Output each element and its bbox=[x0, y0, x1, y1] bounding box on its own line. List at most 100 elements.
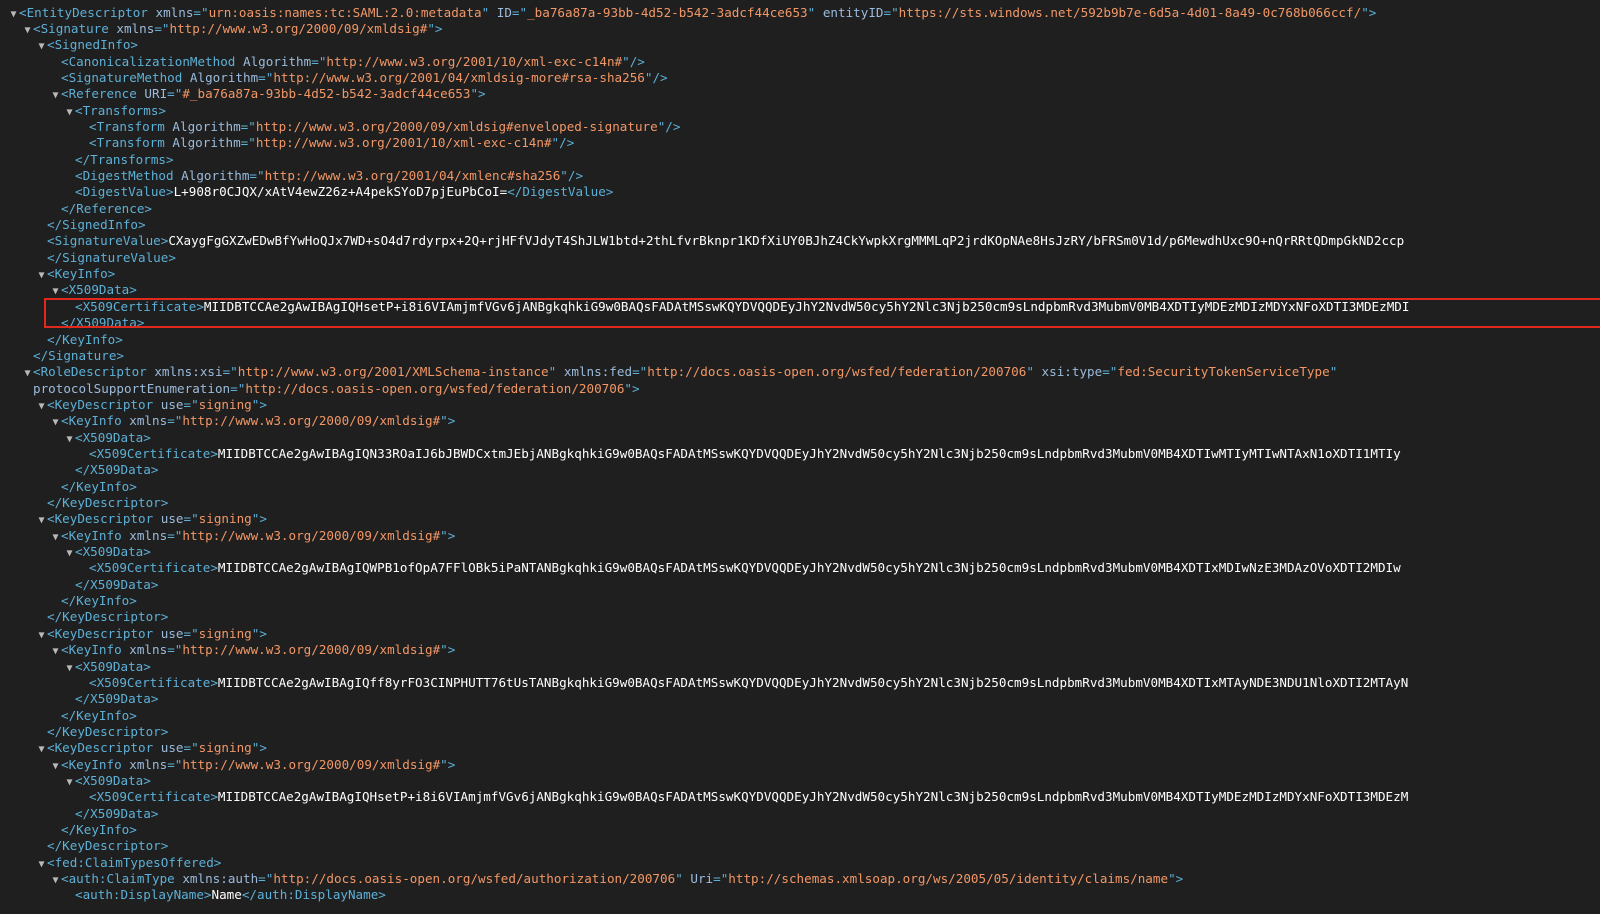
attr-value: http://www.w3.org/2000/09/xmldsig# bbox=[182, 756, 441, 772]
tag-text: <KeyInfo bbox=[61, 756, 122, 772]
tag-text: "/> bbox=[560, 168, 584, 183]
xml-line: </KeyDescriptor> bbox=[36, 724, 168, 741]
tag-text: "> bbox=[624, 380, 640, 396]
tag-text: "> bbox=[427, 20, 443, 36]
xml-line: ▼ <KeyDescriptor use="signing"> bbox=[36, 396, 266, 416]
expand-toggle-icon[interactable]: ▼ bbox=[22, 23, 33, 40]
tag-text: =" bbox=[258, 871, 274, 887]
expand-toggle-icon[interactable]: ▼ bbox=[50, 759, 61, 776]
attr-name: xmlns bbox=[129, 527, 168, 543]
tag-text: =" bbox=[632, 364, 648, 380]
tag-text: "> bbox=[440, 642, 456, 658]
tag-text: <KeyInfo> bbox=[47, 266, 116, 282]
xml-line: ▼ <SignedInfo> bbox=[36, 37, 138, 54]
xml-line: ▼ <fed:ClaimTypesOffered> bbox=[36, 855, 221, 872]
expand-toggle-icon[interactable]: ▼ bbox=[8, 7, 19, 24]
xml-line: </KeyInfo> bbox=[50, 593, 137, 610]
attr-value: http://docs.oasis-open.org/wsfed/federat… bbox=[245, 380, 625, 396]
tag-text: </KeyDescriptor> bbox=[47, 495, 169, 510]
attr-name: use bbox=[160, 396, 184, 412]
tag-text: "> bbox=[1168, 871, 1184, 887]
text-node: MIIDBTCCAe2gAwIBAgIQHsetP+i8i6VIAmjmfVGv… bbox=[217, 789, 1409, 805]
tag-text: <DigestMethod bbox=[75, 168, 174, 183]
xml-line: </X509Data> bbox=[64, 806, 158, 823]
xml-line: <X509Certificate>MIIDBTCCAe2gAwIBAgIQWPB… bbox=[78, 560, 1401, 577]
tag-text: =" bbox=[183, 740, 199, 756]
xml-line: </X509Data> bbox=[64, 577, 158, 594]
expand-toggle-icon[interactable]: ▼ bbox=[64, 661, 75, 678]
tag-text: =" bbox=[883, 4, 899, 20]
xml-line: </SignedInfo> bbox=[36, 217, 146, 234]
expand-toggle-icon[interactable]: ▼ bbox=[36, 268, 47, 285]
tag-text: "> bbox=[470, 86, 486, 102]
expand-toggle-icon[interactable]: ▼ bbox=[64, 105, 75, 122]
expand-toggle-icon[interactable]: ▼ bbox=[50, 415, 61, 432]
xml-line: <Transform Algorithm="http://www.w3.org/… bbox=[78, 135, 574, 152]
expand-toggle-icon[interactable]: ▼ bbox=[36, 628, 47, 645]
tag-text: "/> bbox=[622, 53, 645, 69]
attr-value: #_ba76a87a-93bb-4d52-b542-3adcf44ce653 bbox=[182, 86, 471, 102]
xml-line: protocolSupportEnumeration="http://docs.… bbox=[33, 381, 640, 398]
xml-line: ▼ <X509Data> bbox=[64, 544, 150, 563]
tag-text: </KeyDescriptor> bbox=[47, 838, 169, 854]
tag-text: </Reference> bbox=[61, 200, 152, 216]
expand-toggle-icon[interactable]: ▼ bbox=[36, 399, 47, 416]
attr-name: xsi:type bbox=[1041, 364, 1103, 380]
xml-line: <X509Certificate>MIIDBTCCAe2gAwIBAgIQHse… bbox=[78, 789, 1408, 806]
expand-toggle-icon[interactable]: ▼ bbox=[36, 742, 47, 759]
tag-text: </KeyInfo> bbox=[61, 593, 137, 609]
tag-text: "/> bbox=[644, 69, 668, 85]
tag-text: "> bbox=[1361, 4, 1377, 20]
expand-toggle-icon[interactable]: ▼ bbox=[36, 513, 47, 530]
xml-line: ▼ <RoleDescriptor xmlns:xsi="http://www.w… bbox=[22, 364, 1337, 381]
expand-toggle-icon[interactable]: ▼ bbox=[64, 775, 75, 792]
expand-toggle-icon[interactable]: ▼ bbox=[36, 39, 47, 56]
expand-toggle-icon[interactable]: ▼ bbox=[50, 530, 61, 547]
tag-text: </KeyInfo> bbox=[47, 331, 123, 347]
tag-text: <X509Certificate> bbox=[89, 789, 218, 805]
xml-line: ▼ <KeyInfo xmlns="http://www.w3.org/2000/… bbox=[50, 642, 455, 659]
tag-text: =" bbox=[167, 86, 183, 102]
attr-value: http://schemas.xmlsoap.org/ws/2005/05/id… bbox=[728, 871, 1169, 887]
tag-text: <RoleDescriptor bbox=[33, 364, 147, 380]
attr-name: Uri bbox=[690, 871, 714, 887]
tag-text: </KeyInfo> bbox=[61, 822, 137, 837]
xml-line: ▼ <X509Data> bbox=[50, 282, 136, 299]
tag-text: </KeyInfo> bbox=[61, 478, 137, 494]
expand-toggle-icon[interactable]: ▼ bbox=[64, 432, 75, 449]
attr-name: xmlns bbox=[129, 756, 168, 772]
attr-name: use bbox=[160, 511, 184, 527]
attr-value: http://www.w3.org/2001/04/xmlenc#sha256 bbox=[264, 168, 561, 183]
xml-line: <DigestMethod Algorithm="http://www.w3.o… bbox=[64, 168, 583, 185]
xml-line: <CanonicalizationMethod Algorithm="http:… bbox=[50, 54, 645, 71]
tag-text: <X509Data> bbox=[75, 429, 151, 445]
xml-line: </SignatureValue> bbox=[36, 250, 176, 267]
attr-name: xmlns:fed bbox=[563, 364, 633, 380]
attr-name: xmlns bbox=[155, 4, 194, 20]
expand-toggle-icon[interactable]: ▼ bbox=[50, 644, 61, 661]
text-node: Name bbox=[211, 887, 242, 903]
tag-text: </KeyDescriptor> bbox=[47, 609, 169, 625]
tag-text: </DigestValue> bbox=[507, 184, 614, 200]
tag-text: =" bbox=[183, 511, 199, 527]
tag-text: =" bbox=[167, 527, 183, 543]
expand-toggle-icon[interactable]: ▼ bbox=[36, 857, 47, 874]
expand-toggle-icon[interactable]: ▼ bbox=[22, 366, 33, 383]
xml-line: ▼ <KeyInfo xmlns="http://www.w3.org/2000/… bbox=[50, 528, 455, 545]
xml-line: ▼ <KeyDescriptor use="signing"> bbox=[36, 740, 266, 759]
attr-value: http://www.w3.org/2000/09/xmldsig#envelo… bbox=[255, 118, 658, 134]
tag-text: <SignatureMethod bbox=[61, 69, 183, 85]
tag-text: " bbox=[675, 871, 683, 887]
tag-text: <CanonicalizationMethod bbox=[61, 53, 236, 69]
text-node: MIIDBTCCAe2gAwIBAgIQWPB1ofOpA7FFlOBk5iPa… bbox=[217, 560, 1401, 576]
attr-value: http://www.w3.org/2001/10/xml-exc-c14n# bbox=[255, 135, 552, 151]
tag-text: "> bbox=[251, 625, 267, 641]
xml-line: ▼ <KeyInfo> bbox=[36, 266, 115, 283]
expand-toggle-icon[interactable]: ▼ bbox=[64, 546, 75, 563]
expand-toggle-icon[interactable]: ▼ bbox=[50, 88, 61, 105]
expand-toggle-icon[interactable]: ▼ bbox=[50, 873, 61, 890]
